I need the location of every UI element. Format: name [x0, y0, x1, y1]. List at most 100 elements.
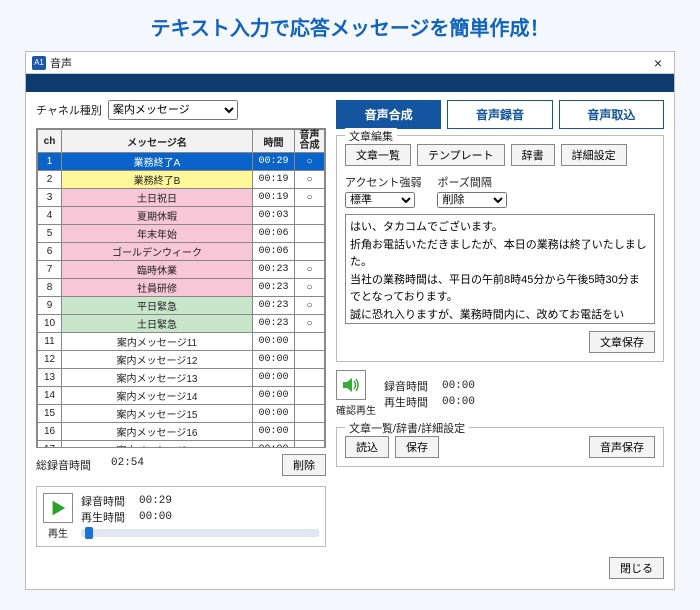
cell-name: 臨時休業: [62, 261, 253, 279]
save-button[interactable]: 保存: [395, 436, 439, 458]
table-row[interactable]: 5年末年始00:06: [38, 225, 325, 243]
cell-name: 案内メッセージ13: [62, 369, 253, 387]
rec-time-label: 録音時間: [81, 493, 125, 509]
total-rec-label: 総録音時間: [36, 457, 91, 473]
cell-time: 00:06: [253, 243, 295, 261]
cell-name: 業務終了B: [62, 171, 253, 189]
sentence-list-button[interactable]: 文章一覧: [345, 144, 411, 166]
confirm-play-value: 00:00: [442, 396, 475, 408]
template-button[interactable]: テンプレート: [417, 144, 505, 166]
read-button[interactable]: 読込: [345, 436, 389, 458]
cell-name: 土日緊急: [62, 315, 253, 333]
cell-name: 土日祝日: [62, 189, 253, 207]
table-row[interactable]: 6ゴールデンウィーク00:06: [38, 243, 325, 261]
play-time-value: 00:00: [139, 511, 172, 523]
cell-tts: [295, 441, 325, 449]
pause-select[interactable]: 削除: [437, 192, 507, 208]
cell-tts: [295, 369, 325, 387]
edit-group-label: 文章編集: [345, 128, 397, 144]
cell-ch: 5: [38, 225, 62, 243]
slider-thumb[interactable]: [85, 527, 93, 539]
confirm-rec-value: 00:00: [442, 380, 475, 392]
playback-slider[interactable]: [81, 529, 319, 537]
close-button[interactable]: 閉じる: [609, 557, 664, 579]
close-icon[interactable]: ×: [648, 55, 668, 71]
cell-ch: 9: [38, 297, 62, 315]
play-time-label: 再生時間: [81, 509, 125, 525]
dictionary-button[interactable]: 辞書: [511, 144, 555, 166]
cell-tts: [295, 351, 325, 369]
cell-time: 00:00: [253, 351, 295, 369]
cell-ch: 15: [38, 405, 62, 423]
cell-name: 案内メッセージ11: [62, 333, 253, 351]
cell-tts: [295, 333, 325, 351]
table-row[interactable]: 9平日緊急00:23○: [38, 297, 325, 315]
col-tts: 音声 合成: [295, 130, 325, 153]
table-row[interactable]: 13案内メッセージ1300:00: [38, 369, 325, 387]
cell-tts: [295, 387, 325, 405]
accent-label: アクセント強弱: [345, 174, 421, 190]
cell-tts: [295, 243, 325, 261]
dict-group: 文章一覧/辞書/詳細設定 読込 保存 音声保存: [336, 427, 664, 467]
confirm-play-caption: 確認再生: [336, 402, 376, 417]
cell-tts: ○: [295, 153, 325, 171]
speaker-icon[interactable]: [336, 370, 366, 400]
window-title: 音声: [50, 55, 648, 71]
total-rec-value: 02:54: [111, 457, 144, 473]
table-row[interactable]: 8社員研修00:23○: [38, 279, 325, 297]
cell-name: 案内メッセージ14: [62, 387, 253, 405]
cell-time: 00:00: [253, 333, 295, 351]
cell-time: 00:00: [253, 387, 295, 405]
cell-tts: [295, 405, 325, 423]
table-row[interactable]: 2業務終了B00:19○: [38, 171, 325, 189]
play-button[interactable]: [43, 493, 73, 523]
delete-button[interactable]: 削除: [282, 454, 326, 476]
table-row[interactable]: 16案内メッセージ1600:00: [38, 423, 325, 441]
col-time: 時間: [253, 130, 295, 153]
table-row[interactable]: 14案内メッセージ1400:00: [38, 387, 325, 405]
channel-type-select[interactable]: 案内メッセージ: [108, 100, 238, 120]
cell-ch: 11: [38, 333, 62, 351]
cell-ch: 1: [38, 153, 62, 171]
accent-select[interactable]: 標準: [345, 192, 415, 208]
table-row[interactable]: 3土日祝日00:19○: [38, 189, 325, 207]
cell-name: 案内メッセージ12: [62, 351, 253, 369]
table-row[interactable]: 10土日緊急00:23○: [38, 315, 325, 333]
cell-tts: [295, 225, 325, 243]
table-row[interactable]: 11案内メッセージ1100:00: [38, 333, 325, 351]
cell-ch: 6: [38, 243, 62, 261]
tab-tts[interactable]: 音声合成: [336, 100, 441, 129]
detail-settings-button[interactable]: 詳細設定: [561, 144, 627, 166]
save-text-button[interactable]: 文章保存: [589, 331, 655, 353]
tab-import[interactable]: 音声取込: [559, 100, 664, 129]
cell-tts: [295, 423, 325, 441]
dict-group-label: 文章一覧/辞書/詳細設定: [345, 420, 469, 436]
table-row[interactable]: 4夏期休暇00:03: [38, 207, 325, 225]
play-panel-left: 再生 録音時間 00:29 再生時間 00:00: [36, 486, 326, 547]
table-row[interactable]: 7臨時休業00:23○: [38, 261, 325, 279]
cell-name: 社員研修: [62, 279, 253, 297]
table-row[interactable]: 12案内メッセージ1200:00: [38, 351, 325, 369]
channel-type-label: チャネル種別: [36, 102, 102, 118]
table-row[interactable]: 17案内メッセージ1700:00: [38, 441, 325, 449]
cell-ch: 2: [38, 171, 62, 189]
cell-time: 00:23: [253, 315, 295, 333]
cell-ch: 12: [38, 351, 62, 369]
cell-name: 夏期休暇: [62, 207, 253, 225]
cell-time: 00:00: [253, 405, 295, 423]
cell-tts: ○: [295, 315, 325, 333]
col-name: メッセージ名: [62, 130, 253, 153]
col-ch: ch: [38, 130, 62, 153]
audio-save-button[interactable]: 音声保存: [589, 436, 655, 458]
cell-tts: ○: [295, 261, 325, 279]
cell-name: 案内メッセージ17: [62, 441, 253, 449]
cell-ch: 7: [38, 261, 62, 279]
tab-record[interactable]: 音声録音: [447, 100, 552, 129]
cell-time: 00:23: [253, 261, 295, 279]
edit-group: 文章編集 文章一覧 テンプレート 辞書 詳細設定 アクセント強弱 標準: [336, 135, 664, 362]
titlebar: A1 音声 ×: [26, 52, 674, 74]
message-text[interactable]: [345, 214, 655, 324]
cell-ch: 8: [38, 279, 62, 297]
table-row[interactable]: 1業務終了A00:29○: [38, 153, 325, 171]
table-row[interactable]: 15案内メッセージ1500:00: [38, 405, 325, 423]
